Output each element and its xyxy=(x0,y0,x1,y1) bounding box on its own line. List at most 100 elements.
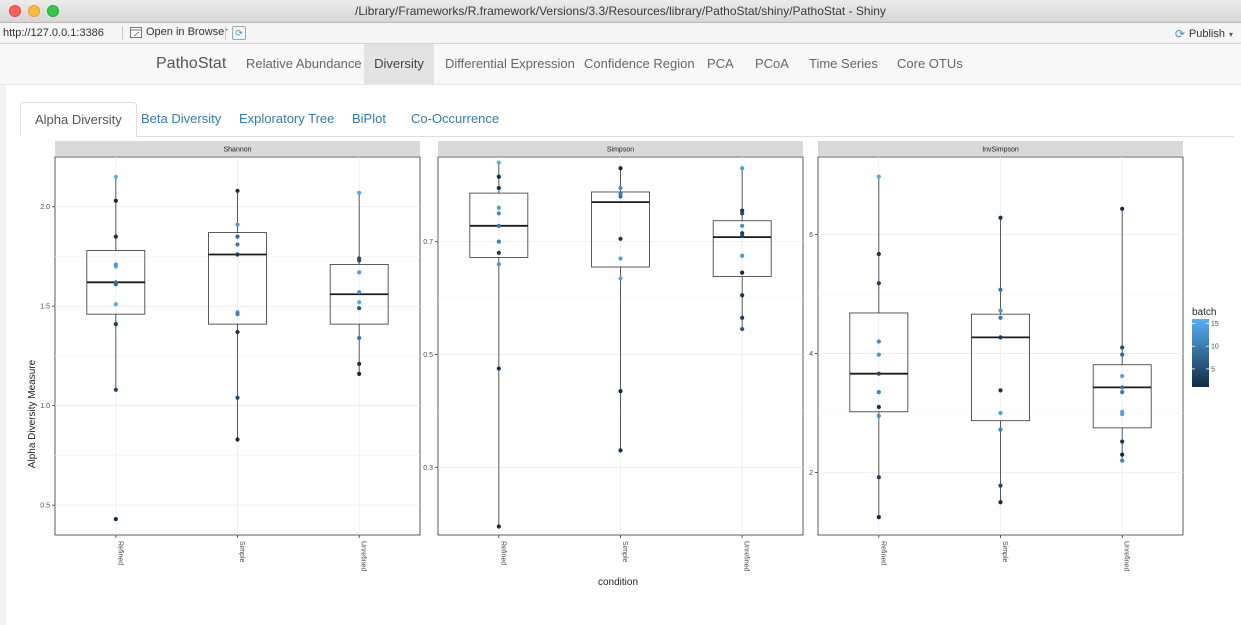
nav-relative-abundance[interactable]: Relative Abundance xyxy=(236,44,372,84)
data-point xyxy=(740,270,745,275)
data-point xyxy=(998,427,1003,432)
data-point xyxy=(876,174,881,179)
data-point xyxy=(876,413,881,419)
panel-shannon: Shannon 0.5 1.0 1.5 2.0 Refined Simple Unrefine… xyxy=(40,141,421,571)
panel-invsimpson: InvSimpson 2 4 6 Refined Simple Unrefined xyxy=(809,141,1184,571)
data-point xyxy=(876,281,881,286)
nav-pcoa[interactable]: PCoA xyxy=(745,44,799,84)
data-point xyxy=(1120,458,1125,463)
data-point xyxy=(1120,345,1125,350)
data-point xyxy=(235,234,240,239)
data-point xyxy=(998,410,1003,416)
box-iqr xyxy=(971,313,1030,422)
data-point xyxy=(235,395,240,400)
nav-diversity[interactable]: Diversity xyxy=(364,44,434,84)
x-tick-label: Unrefined xyxy=(360,541,367,571)
publish-button[interactable]: ⟳ Publish ▾ xyxy=(1175,27,1233,41)
x-tick-label: Refined xyxy=(499,541,506,565)
legend-colorbar xyxy=(1192,319,1209,387)
open-in-browser-button[interactable]: Open in Browser xyxy=(130,26,228,38)
data-point xyxy=(496,239,501,244)
shiny-toolbar: http://127.0.0.1:3386 Open in Browser ⟳ … xyxy=(0,23,1241,44)
tab-beta-diversity[interactable]: Beta Diversity xyxy=(127,102,235,136)
data-point xyxy=(876,390,881,395)
facet-strip-label: Simpson xyxy=(607,147,634,154)
x-axis-label: condition xyxy=(598,577,638,588)
data-point xyxy=(876,515,881,520)
data-point xyxy=(235,222,240,227)
data-point xyxy=(618,236,623,241)
window-title: /Library/Frameworks/R.framework/Versions… xyxy=(355,4,886,18)
data-point xyxy=(618,389,623,394)
legend-tick-label: 5 xyxy=(1211,366,1215,373)
data-point xyxy=(1120,439,1125,444)
data-point xyxy=(357,190,362,195)
data-point xyxy=(618,256,623,261)
box-iqr xyxy=(591,191,650,268)
url-text[interactable]: http://127.0.0.1:3386 xyxy=(3,27,104,39)
data-point xyxy=(1120,412,1125,417)
panel-simpson: Simpson 0.3 0.5 0.7 Refined Simple Unrefined xyxy=(423,141,804,571)
nav-core-otus[interactable]: Core OTUs xyxy=(887,44,973,84)
y-tick-label: 0.3 xyxy=(423,465,433,472)
data-point xyxy=(998,308,1003,313)
data-point xyxy=(113,282,118,287)
data-point xyxy=(235,437,240,442)
data-point xyxy=(235,188,240,193)
data-point xyxy=(740,166,745,171)
app-brand[interactable]: PathoStat xyxy=(156,55,226,73)
y-axis-label: Alpha Diversity Measure xyxy=(27,359,38,468)
legend-tick-label: 10 xyxy=(1211,344,1219,351)
data-point xyxy=(740,293,745,298)
data-point xyxy=(998,388,1003,393)
nav-pca[interactable]: PCA xyxy=(697,44,744,84)
data-point xyxy=(740,315,745,320)
y-tick-label: 0.7 xyxy=(423,239,433,246)
tab-biplot[interactable]: BiPlot xyxy=(338,102,400,136)
data-point xyxy=(618,185,623,191)
y-tick-label: 6 xyxy=(809,232,813,239)
nav-confidence-region[interactable]: Confidence Region xyxy=(574,44,705,84)
data-point xyxy=(235,252,240,257)
data-point xyxy=(1120,385,1125,390)
data-point xyxy=(876,352,881,357)
legend-tick-label: 15 xyxy=(1211,321,1219,328)
data-point xyxy=(998,500,1003,505)
data-point xyxy=(113,264,118,269)
data-point xyxy=(357,258,362,263)
x-tick-label: Refined xyxy=(116,541,123,565)
data-point xyxy=(357,335,362,341)
tab-exploratory-tree[interactable]: Exploratory Tree xyxy=(225,102,348,136)
data-point xyxy=(357,300,362,305)
data-point xyxy=(113,516,118,522)
nav-time-series[interactable]: Time Series xyxy=(799,44,888,84)
y-tick-label: 1.0 xyxy=(40,403,50,410)
top-navbar: PathoStat Relative Abundance Diversity D… xyxy=(0,44,1241,85)
data-point xyxy=(618,194,623,199)
tab-co-occurrence[interactable]: Co-Occurrence xyxy=(397,102,513,136)
nav-differential-expression[interactable]: Differential Expression xyxy=(435,44,585,84)
chevron-down-icon: ▾ xyxy=(1228,29,1233,39)
data-point xyxy=(1120,452,1125,457)
data-point xyxy=(496,205,501,210)
data-point xyxy=(235,242,240,247)
data-point xyxy=(496,185,501,191)
y-tick-label: 4 xyxy=(809,351,813,358)
data-point xyxy=(113,302,118,307)
data-point xyxy=(113,387,118,392)
x-tick-label: Simple xyxy=(621,541,628,563)
data-point xyxy=(998,215,1003,220)
x-tick-label: Refined xyxy=(879,541,886,565)
data-point xyxy=(496,262,501,267)
alpha-diversity-plot: Shannon 0.5 1.0 1.5 2.0 Refined Simple Unrefine… xyxy=(27,141,1219,588)
refresh-icon[interactable]: ⟳ xyxy=(232,26,246,40)
facet-strip-label: InvSimpson xyxy=(982,147,1019,154)
facet-panels: Shannon 0.5 1.0 1.5 2.0 Refined Simple Unrefine… xyxy=(40,141,1184,571)
data-point xyxy=(876,475,881,480)
data-point xyxy=(113,234,118,239)
tab-alpha-diversity[interactable]: Alpha Diversity xyxy=(20,102,137,137)
data-point xyxy=(740,326,745,332)
x-tick-label: Simple xyxy=(238,541,245,563)
x-tick-label: Unrefined xyxy=(743,541,750,571)
data-point xyxy=(618,448,623,453)
